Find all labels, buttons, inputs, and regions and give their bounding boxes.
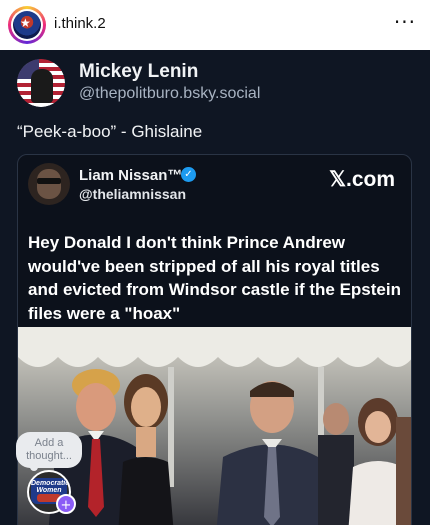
embedded-post-text: Hey Donald I don't think Prince Andrew w…: [28, 233, 401, 323]
author-name: Mickey Lenin: [79, 61, 199, 82]
instagram-header: ★ i.think.2 ···: [0, 0, 430, 50]
add-story-plus-icon[interactable]: +: [56, 494, 76, 514]
profile-avatar[interactable]: ★: [8, 6, 46, 44]
embedded-author-handle: @theliamnissan: [79, 186, 187, 202]
more-options-icon[interactable]: ···: [394, 10, 416, 34]
author-handle: @thepolitburo.bsky.social: [79, 85, 261, 102]
verified-badge-icon: ✓: [181, 167, 196, 182]
embedded-post-card: Liam Nissan™ ✓ @theliamnissan 𝕏.com Hey …: [17, 154, 412, 525]
author-avatar: [17, 59, 65, 107]
embedded-photo: [18, 327, 411, 525]
star-icon: ★: [20, 16, 31, 30]
embedded-author-name: Liam Nissan™: [79, 167, 183, 184]
embedded-author-avatar: [28, 163, 70, 205]
thought-bubble-tail: [30, 463, 38, 471]
post-text: “Peek-a-boo” - Ghislaine: [17, 122, 203, 141]
profile-username[interactable]: i.think.2: [54, 15, 106, 32]
sunglasses-icon: [37, 178, 61, 184]
x-logo: 𝕏.com: [329, 168, 395, 191]
add-thought-bubble[interactable]: Add a thought...: [16, 432, 82, 468]
event-photo-illustration: [18, 327, 411, 525]
add-thought-placeholder: Add a thought...: [26, 437, 72, 462]
